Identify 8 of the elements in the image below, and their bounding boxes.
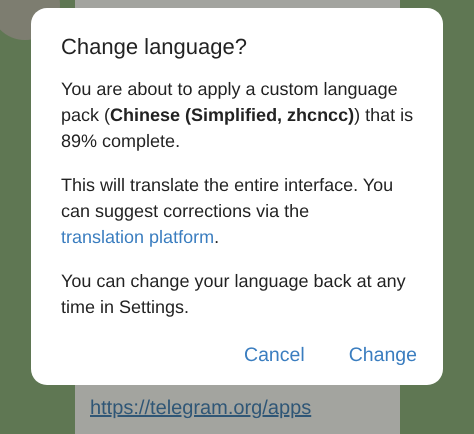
dialog-text: You can change your language back at any time in Settings. <box>61 270 407 319</box>
translation-link[interactable]: translation platform <box>61 227 214 247</box>
dialog-title: Change language? <box>61 34 248 60</box>
link[interactable]: https://telegram.org/apps <box>90 397 400 420</box>
dialog-text: This will translate the entire interface. You can suggest corrections via the translation platform. <box>61 174 394 249</box>
cancel-button[interactable]: Cancel <box>244 340 305 371</box>
confirm-button[interactable]: Change <box>348 340 417 371</box>
dialog-text: You are about to apply a custom language pack (Chinese (Simplified, zhcncc)) that is 89% complete. <box>61 78 414 153</box>
